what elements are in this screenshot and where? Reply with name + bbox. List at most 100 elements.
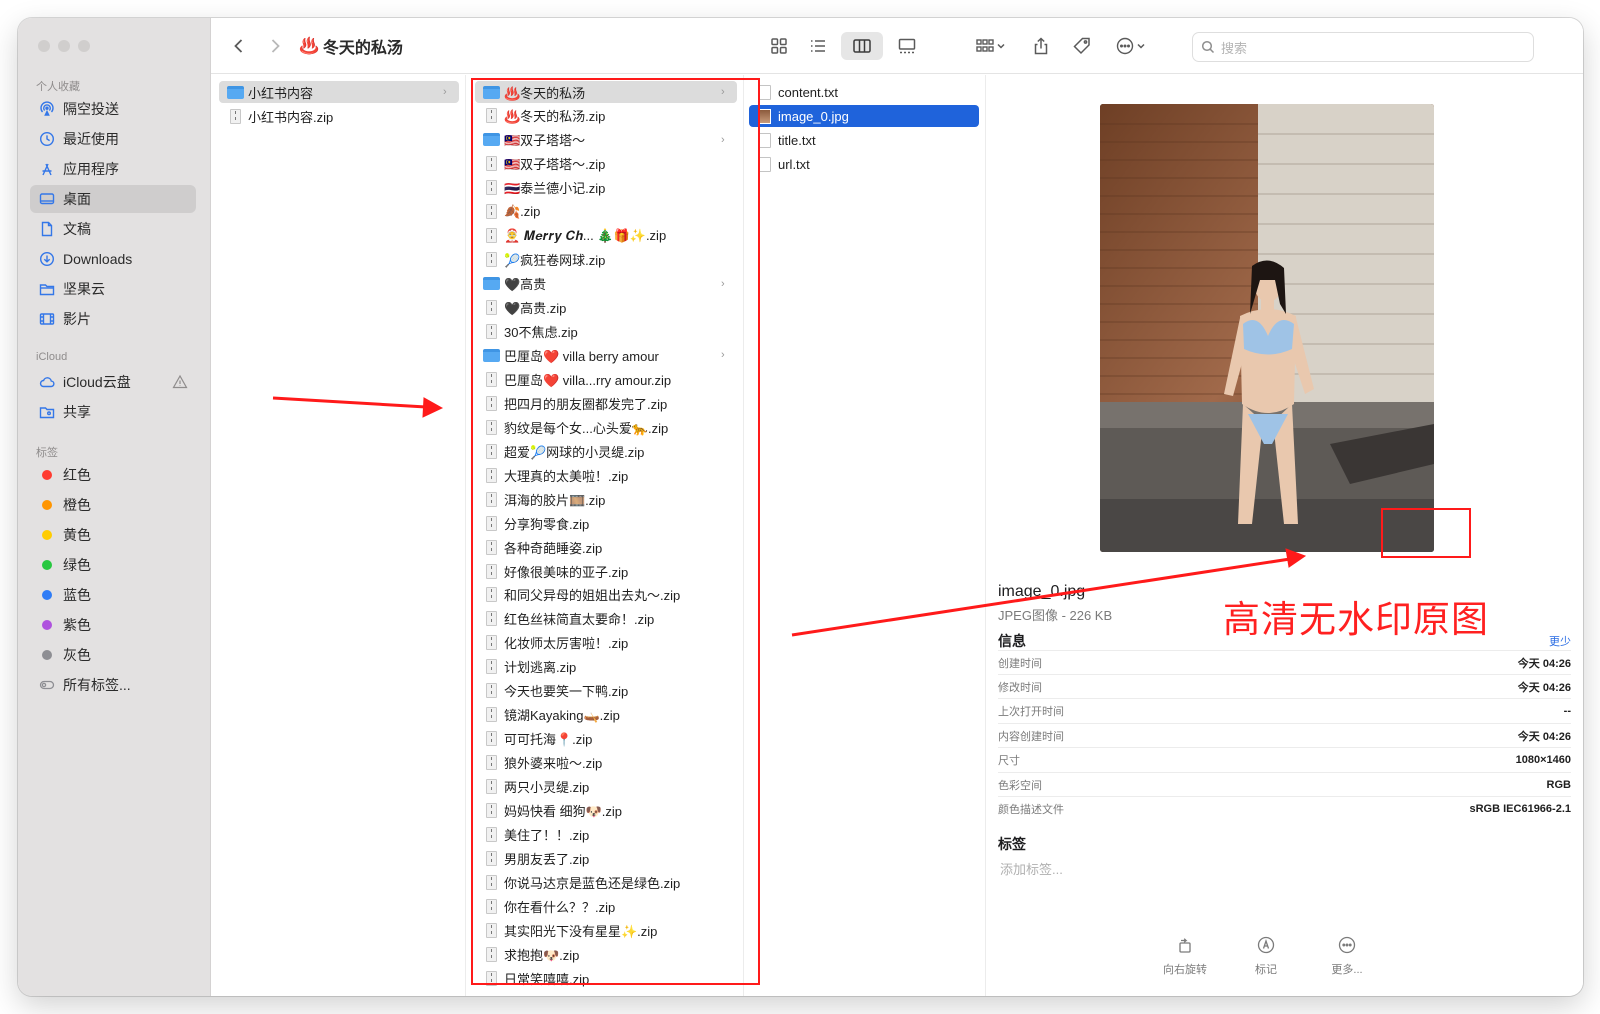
sidebar-item-label: 蓝色: [63, 587, 91, 603]
chevron-right-icon: ›: [721, 86, 725, 98]
sidebar-item-airdrop[interactable]: 隔空投送: [30, 95, 196, 123]
file-row[interactable]: 🖤高贵.zip: [475, 297, 737, 319]
info-value: 今天 04:26: [1517, 657, 1571, 670]
view-list-button[interactable]: [803, 32, 833, 60]
search-field[interactable]: 搜索: [1192, 32, 1534, 62]
view-columns-button[interactable]: [841, 32, 883, 60]
file-row[interactable]: url.txt: [749, 153, 979, 175]
minimize-button[interactable]: [58, 40, 70, 52]
add-tags-field[interactable]: 添加标签...: [1000, 859, 1063, 878]
file-row[interactable]: 各种奇葩睡姿.zip: [475, 536, 737, 558]
tag-button[interactable]: [1067, 32, 1097, 60]
file-name: 超爱🎾网球的小灵缇.zip: [504, 444, 645, 460]
file-row[interactable]: 🇲🇾双子塔塔～ ›: [475, 129, 737, 151]
file-row[interactable]: 🍂.zip: [475, 201, 737, 223]
file-row[interactable]: 求抱抱🐶.zip: [475, 943, 737, 965]
file-row[interactable]: 洱海的胶片🎞️.zip: [475, 488, 737, 510]
file-name: 大理真的太美啦！.zip: [504, 468, 629, 484]
file-row[interactable]: 把四月的朋友圈都发完了.zip: [475, 392, 737, 414]
file-row[interactable]: 巴厘岛❤️ villa berry amour ›: [475, 344, 737, 366]
file-row-selected[interactable]: image_0.jpg: [749, 105, 979, 127]
file-row[interactable]: 可可托海📍.zip: [475, 728, 737, 750]
show-less-link[interactable]: 更少: [1549, 633, 1571, 649]
file-row[interactable]: 豹纹是每个女...心头爱🐆.zip: [475, 416, 737, 438]
folder-icon: [482, 85, 500, 99]
more-actions-button[interactable]: 更多...: [1312, 935, 1382, 977]
file-row[interactable]: 计划逃离.zip: [475, 656, 737, 678]
file-name: 你在看什么？？.zip: [504, 899, 616, 915]
zoom-button[interactable]: [78, 40, 90, 52]
folder-icon: [482, 348, 500, 362]
file-row[interactable]: 你说马达京是蓝色还是绿色.zip: [475, 871, 737, 893]
view-icons-button[interactable]: [764, 32, 794, 60]
file-row[interactable]: content.txt: [749, 81, 979, 103]
file-row[interactable]: 🤶 𝑴𝒆𝒓𝒓𝒚 𝑪𝒉... 🎄🎁✨.zip: [475, 225, 737, 247]
view-gallery-button[interactable]: [891, 32, 923, 60]
markup-button[interactable]: 标记: [1231, 935, 1301, 977]
file-row[interactable]: 和同父异母的姐姐出去丸～.zip: [475, 584, 737, 606]
file-row[interactable]: 两只小灵缇.zip: [475, 776, 737, 798]
sidebar-tag-green[interactable]: 绿色: [30, 551, 196, 579]
sidebar-tag-yellow[interactable]: 黄色: [30, 521, 196, 549]
sidebar-tag-blue[interactable]: 蓝色: [30, 581, 196, 609]
image-preview: [1100, 104, 1434, 552]
sidebar-item-desktop[interactable]: 桌面: [30, 185, 196, 213]
sidebar-tag-orange[interactable]: 橙色: [30, 491, 196, 519]
zip-file-icon: [485, 491, 497, 507]
sidebar-item-movies[interactable]: 影片: [30, 305, 196, 333]
sidebar-item-documents[interactable]: 文稿: [30, 215, 196, 243]
text-file-icon: [759, 84, 771, 100]
file-name: 🍂.zip: [504, 203, 541, 219]
file-row[interactable]: 好像很美味的亚子.zip: [475, 560, 737, 582]
favorites-header: 个人收藏: [36, 81, 80, 93]
file-row[interactable]: 今天也要笑一下鸭.zip: [475, 680, 737, 702]
sidebar-item-applications[interactable]: 应用程序: [30, 155, 196, 183]
close-button[interactable]: [38, 40, 50, 52]
file-row[interactable]: 你在看什么？？.zip: [475, 895, 737, 917]
file-row[interactable]: 小红书内容 ›: [219, 81, 459, 103]
forward-button[interactable]: [263, 32, 287, 60]
file-row[interactable]: 🇹🇭泰兰德小记.zip: [475, 177, 737, 199]
file-row[interactable]: 其实阳光下没有星星✨.zip: [475, 919, 737, 941]
file-row[interactable]: 30不焦虑.zip: [475, 321, 737, 343]
sidebar-item-icloud-drive[interactable]: iCloud云盘: [30, 368, 196, 396]
file-row[interactable]: 超爱🎾网球的小灵缇.zip: [475, 440, 737, 462]
sidebar-tag-red[interactable]: 红色: [30, 461, 196, 489]
file-row[interactable]: 男朋友丢了.zip: [475, 847, 737, 869]
action-menu-button[interactable]: [1109, 32, 1153, 60]
file-row[interactable]: 妈妈快看 细狗🐶.zip: [475, 800, 737, 822]
sidebar-item-recents[interactable]: 最近使用: [30, 125, 196, 153]
sidebar-item-label: 红色: [63, 467, 91, 483]
file-row[interactable]: 分享狗零食.zip: [475, 512, 737, 534]
file-row[interactable]: 美住了！！.zip: [475, 823, 737, 845]
file-row[interactable]: title.txt: [749, 129, 979, 151]
tag-dot: [42, 650, 52, 660]
chevron-right-icon: [271, 39, 280, 53]
share-button[interactable]: [1026, 32, 1056, 60]
folder-icon: [482, 133, 500, 147]
tag-dot: [42, 470, 52, 480]
file-row[interactable]: 巴厘岛❤️ villa...rry amour.zip: [475, 368, 737, 390]
file-row[interactable]: 镜湖Kayaking🛶.zip: [475, 704, 737, 726]
file-row[interactable]: 🖤高贵 ›: [475, 273, 737, 295]
sidebar-all-tags[interactable]: 所有标签...: [30, 671, 196, 699]
file-row[interactable]: ♨️冬天的私汤 ›: [475, 81, 737, 103]
sidebar-tag-gray[interactable]: 灰色: [30, 641, 196, 669]
zip-file-icon: [485, 419, 497, 435]
sidebar-tag-purple[interactable]: 紫色: [30, 611, 196, 639]
file-row[interactable]: 🎾疯狂卷网球.zip: [475, 249, 737, 271]
back-button[interactable]: [227, 32, 251, 60]
file-row[interactable]: ♨️冬天的私汤.zip: [475, 105, 737, 127]
sidebar-item-shared[interactable]: 共享: [30, 398, 196, 426]
file-row[interactable]: 小红书内容.zip: [219, 105, 459, 127]
group-menu-button[interactable]: [969, 32, 1013, 60]
file-row[interactable]: 日常笑嘻嘻.zip: [475, 967, 737, 989]
file-row[interactable]: 化妆师太厉害啦！.zip: [475, 632, 737, 654]
file-row[interactable]: 大理真的太美啦！.zip: [475, 464, 737, 486]
file-row[interactable]: 红色丝袜简直太要命！.zip: [475, 608, 737, 630]
file-row[interactable]: 🇲🇾双子塔塔～.zip: [475, 153, 737, 175]
sidebar-item-jianguoyun[interactable]: 坚果云: [30, 275, 196, 303]
rotate-right-button[interactable]: 向右旋转: [1150, 935, 1220, 977]
sidebar-item-downloads[interactable]: Downloads: [30, 245, 196, 273]
file-row[interactable]: 狼外婆来啦～.zip: [475, 752, 737, 774]
